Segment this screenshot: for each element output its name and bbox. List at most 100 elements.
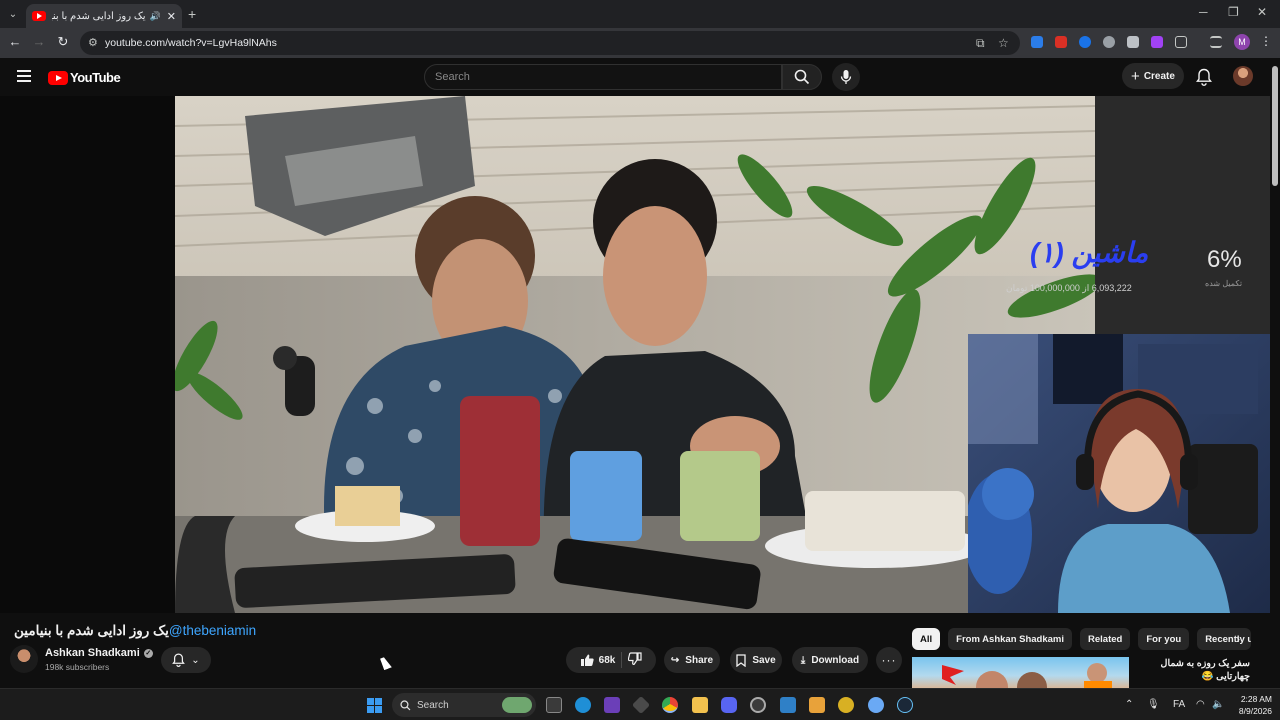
donation-goal-panel: 6% تکمیل شده — [1095, 96, 1270, 334]
chip-recently-uploaded[interactable]: Recently uploaded — [1197, 628, 1252, 650]
browser-menu-icon[interactable]: ⋮ — [1260, 34, 1272, 48]
edge-icon[interactable] — [575, 697, 591, 713]
search-icon — [794, 69, 810, 85]
bookmark-star-icon[interactable]: ☆ — [998, 36, 1009, 50]
download-icon: ⤓ — [800, 654, 806, 666]
extension-icon[interactable] — [1151, 36, 1163, 48]
close-window-icon[interactable]: ✕ — [1257, 5, 1267, 19]
volume-icon[interactable]: 🔈 — [1212, 699, 1224, 710]
recommended-video-thumbnail[interactable] — [912, 657, 1129, 688]
chip-related[interactable]: Related — [1080, 628, 1131, 650]
goal-amount: 6,093,222 از 100,000,000 تومان — [1006, 283, 1132, 293]
create-button[interactable]: + Create — [1122, 63, 1184, 89]
channel-name-text[interactable]: Ashkan Shadkami — [45, 647, 140, 659]
back-icon[interactable]: ← — [6, 34, 24, 49]
search-highlight-icon — [502, 697, 532, 713]
search-input[interactable]: Search — [424, 64, 782, 90]
app-icon[interactable] — [838, 697, 854, 713]
cast-icon[interactable]: ⧉ — [976, 36, 985, 51]
chip-from-channel[interactable]: From Ashkan Shadkami — [948, 628, 1073, 650]
reload-icon[interactable]: ↻ — [54, 34, 72, 50]
download-button[interactable]: ⤓ Download — [792, 647, 868, 673]
mention-link[interactable]: @thebeniamin — [169, 623, 256, 638]
discord-icon[interactable] — [721, 697, 737, 713]
save-button[interactable]: Save — [730, 647, 782, 673]
video-frame-image — [175, 96, 1095, 613]
goal-percent-caption: تکمیل شده — [1205, 279, 1243, 288]
file-explorer-icon[interactable] — [692, 697, 708, 713]
restore-icon[interactable]: ❐ — [1228, 5, 1239, 19]
browser-profile-avatar[interactable]: M — [1234, 34, 1250, 50]
dislike-button[interactable] — [628, 652, 642, 668]
search-button[interactable] — [782, 64, 822, 90]
channel-name[interactable]: Ashkan Shadkami ✓ — [45, 647, 153, 659]
webcam-image — [968, 334, 1270, 613]
chevron-up-icon[interactable]: ⌃ — [1125, 699, 1133, 710]
webcam-overlay — [968, 334, 1270, 613]
address-bar[interactable]: ⚙ youtube.com/watch?v=LgvHa9lNAhs ⧉ ☆ — [80, 31, 1020, 55]
subscribed-notifications-button[interactable]: ⌄ — [161, 647, 211, 673]
task-view-icon[interactable] — [546, 697, 562, 713]
new-tab-icon[interactable]: + — [188, 6, 196, 22]
bell-icon — [172, 653, 186, 667]
clock-time: 2:28 AM — [1240, 694, 1272, 704]
recommended-video-title[interactable]: سفر یک روزه به شمال چهارتایی 😂 — [1134, 657, 1250, 683]
close-tab-icon[interactable]: ✕ — [167, 10, 176, 23]
speaker-icon[interactable]: 🔊 — [150, 11, 161, 22]
extension-icon[interactable] — [1079, 36, 1091, 48]
extension-icon[interactable] — [1103, 36, 1115, 48]
browser-tabbar: ⌄ یک روز ادایی شدم با بنیامین 🔊 ✕ + ─ ❐ … — [0, 0, 1280, 28]
minimize-icon[interactable]: ─ — [1199, 5, 1208, 19]
shield-icon[interactable] — [1127, 36, 1139, 48]
extension-icon[interactable] — [1031, 36, 1043, 48]
youtube-play-icon — [48, 70, 68, 85]
video-player[interactable] — [175, 96, 1095, 613]
app-r-icon[interactable] — [604, 697, 620, 713]
app-icon[interactable] — [868, 697, 884, 713]
share-icon: ↪ — [670, 654, 680, 666]
browser-tab-active[interactable]: یک روز ادایی شدم با بنیامین 🔊 ✕ — [26, 4, 182, 28]
channel-avatar[interactable] — [10, 645, 38, 673]
taskbar-search[interactable]: Search — [392, 693, 536, 717]
chip-all[interactable]: All — [912, 628, 941, 650]
youtube-logo[interactable]: YouTube — [48, 70, 121, 85]
os-taskbar: Search ⌃ 🎙 FA ◠ 🔈 2:28 AM 8/9/2026 — [0, 688, 1280, 720]
chip-for-you[interactable]: For you — [1138, 628, 1190, 650]
microphone-icon[interactable]: 🎙 — [1147, 699, 1160, 710]
more-actions-button[interactable]: ··· — [876, 647, 902, 673]
thumbs-down-icon — [628, 652, 642, 666]
forward-icon[interactable]: → — [30, 34, 48, 49]
account-avatar[interactable] — [1233, 66, 1253, 86]
search-placeholder: Search — [435, 71, 470, 83]
taskbar-search-label: Search — [417, 699, 449, 711]
mouse-cursor-icon — [380, 655, 392, 671]
video-title: یک روز ادایی شدم با بنیامین@thebeniamin — [14, 623, 256, 639]
app-v-icon[interactable] — [780, 697, 796, 713]
notifications-bell-icon[interactable] — [1196, 68, 1212, 86]
menu-icon[interactable] — [17, 70, 31, 82]
reading-list-icon[interactable] — [1210, 36, 1222, 48]
extensions-puzzle-icon[interactable] — [1175, 36, 1187, 48]
url-text: youtube.com/watch?v=LgvHa9lNAhs — [105, 37, 277, 49]
wifi-icon[interactable]: ◠ — [1196, 699, 1205, 710]
site-info-icon[interactable]: ⚙ — [88, 36, 98, 49]
save-label: Save — [752, 654, 776, 666]
system-clock[interactable]: 2:28 AM 8/9/2026 — [1232, 693, 1272, 717]
share-button[interactable]: ↪ Share — [664, 647, 720, 673]
extension-icon[interactable] — [1055, 36, 1067, 48]
app-icon[interactable] — [809, 697, 825, 713]
chrome-icon[interactable] — [662, 697, 678, 713]
like-button[interactable]: 68k — [580, 654, 615, 667]
app-icon[interactable] — [750, 697, 766, 713]
steam-icon[interactable] — [897, 697, 913, 713]
tab-search-icon[interactable]: ⌄ — [4, 5, 22, 23]
create-label: Create — [1143, 70, 1175, 82]
app-icon[interactable] — [631, 695, 651, 715]
search-icon — [400, 699, 411, 710]
voice-search-button[interactable] — [832, 63, 860, 91]
chevron-right-icon[interactable]: › — [1236, 632, 1240, 646]
related-filter-chips: All From Ashkan Shadkami Related For you… — [912, 628, 1252, 650]
input-language[interactable]: FA — [1173, 699, 1185, 710]
windows-start-icon[interactable] — [367, 698, 382, 713]
scrollbar-thumb[interactable] — [1272, 66, 1278, 186]
